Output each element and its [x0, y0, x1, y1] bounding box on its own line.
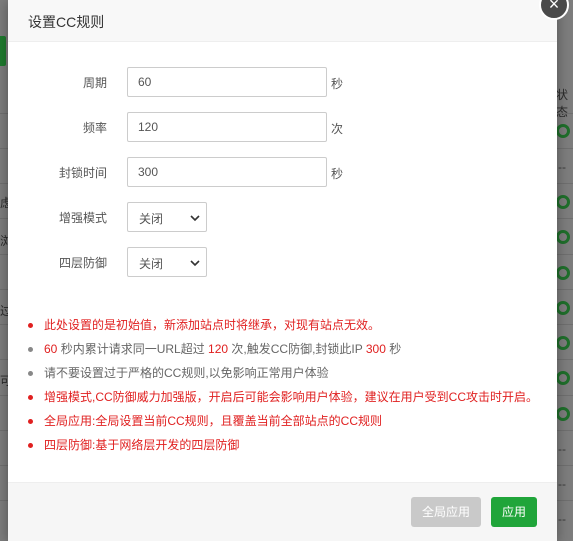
global-apply-button[interactable]: 全局应用 — [411, 497, 481, 527]
background-status-header: 状态 — [556, 88, 569, 119]
background-toggle-icon — [556, 195, 570, 209]
background-dash: -- — [558, 477, 566, 491]
note-text: 此处设置的是初始值，新添加站点时将继承，对现有站点无效。 — [44, 318, 381, 332]
layer4-defense-row: 四层防御 关闭 — [8, 247, 557, 277]
bullet-icon — [28, 323, 33, 328]
block-time-label: 封锁时间 — [58, 166, 107, 180]
background-toggle-icon — [556, 301, 570, 315]
note-item: 增强模式,CC防御威力加强版，开启后可能会影响用户体验，建议在用户受到CC攻击时… — [28, 388, 538, 412]
background-toggle-icon — [556, 336, 570, 350]
note-text: 请不要设置过于严格的CC规则,以免影响正常用户体验 — [44, 366, 329, 380]
note-text: 全局应用:全局设置当前CC规则，且覆盖当前全部站点的CC规则 — [44, 414, 383, 428]
note-frequency-value: 120 — [208, 342, 229, 356]
block-time-input[interactable] — [127, 157, 327, 187]
bullet-icon — [28, 419, 33, 424]
bullet-icon — [28, 371, 33, 376]
enhanced-mode-label: 增强模式 — [58, 211, 107, 225]
background-green-tab — [0, 36, 6, 66]
background-dash: -- — [558, 512, 566, 526]
note-text: 次,触发CC防御,封锁此IP — [228, 342, 366, 356]
note-text: 秒 — [385, 342, 402, 356]
frequency-label: 频率 — [82, 121, 107, 135]
dialog-footer: 全局应用 应用 — [8, 482, 557, 541]
note-item: 此处设置的是初始值，新添加站点时将继承，对现有站点无效。 — [28, 316, 538, 340]
note-period-value: 60 — [44, 342, 58, 356]
background-toggle-icon — [556, 230, 570, 244]
period-label: 周期 — [82, 76, 107, 90]
bullet-icon — [28, 443, 33, 448]
frequency-input[interactable] — [127, 112, 327, 142]
enhanced-mode-select[interactable]: 关闭 — [127, 202, 207, 232]
cc-rule-dialog: 设置CC规则 周期 秒 频率 次 封锁时间 秒 增强模式 关闭 四层防御 关闭 — [8, 0, 557, 541]
note-text: 增强模式,CC防御威力加强版，开启后可能会影响用户体验，建议在用户受到CC攻击时… — [44, 390, 539, 404]
bullet-icon — [28, 347, 33, 352]
layer4-defense-label: 四层防御 — [58, 256, 107, 270]
note-item: 四层防御:基于网络层开发的四层防御 — [28, 436, 538, 460]
background-toggle-icon — [556, 407, 570, 421]
dialog-title: 设置CC规则 — [28, 14, 105, 30]
note-item: 请不要设置过于严格的CC规则,以免影响正常用户体验 — [28, 364, 538, 388]
note-text: 秒内累计请求同一URL超过 — [57, 342, 209, 356]
block-time-row: 封锁时间 秒 — [8, 157, 557, 187]
note-text: 四层防御:基于网络层开发的四层防御 — [44, 438, 240, 452]
background-toggle-icon — [556, 266, 570, 280]
note-item: 60 秒内累计请求同一URL超过 120 次,触发CC防御,封锁此IP 300 … — [28, 340, 538, 364]
enhanced-mode-row: 增强模式 关闭 — [8, 202, 557, 232]
background-toggle-icon — [556, 371, 570, 385]
enhanced-mode-value: 关闭 — [139, 212, 164, 226]
layer4-defense-select[interactable]: 关闭 — [127, 247, 207, 277]
chevron-down-icon — [190, 260, 200, 267]
background-dash: -- — [558, 442, 566, 456]
apply-button[interactable]: 应用 — [491, 497, 537, 527]
frequency-unit: 次 — [331, 122, 344, 136]
bullet-icon — [28, 395, 33, 400]
period-row: 周期 秒 — [8, 67, 557, 97]
note-item: 全局应用:全局设置当前CC规则，且覆盖当前全部站点的CC规则 — [28, 412, 538, 436]
period-unit: 秒 — [331, 77, 344, 91]
layer4-defense-value: 关闭 — [139, 257, 164, 271]
frequency-row: 频率 次 — [8, 112, 557, 142]
chevron-down-icon — [190, 215, 200, 222]
dialog-header: 设置CC规则 — [8, 0, 557, 42]
background-toggle-icon — [556, 124, 570, 138]
period-input[interactable] — [127, 67, 327, 97]
note-block-time-value: 300 — [365, 342, 386, 356]
block-time-unit: 秒 — [331, 167, 344, 181]
notes-list: 此处设置的是初始值，新添加站点时将继承，对现有站点无效。 60 秒内累计请求同一… — [28, 316, 538, 460]
background-dash: -- — [558, 160, 566, 174]
